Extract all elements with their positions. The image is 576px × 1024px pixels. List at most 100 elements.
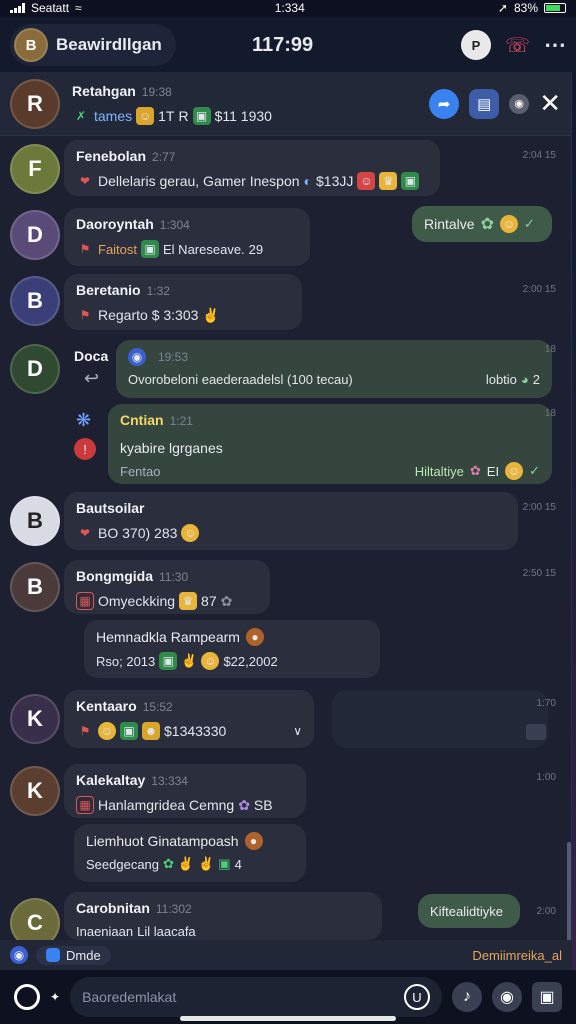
message-bubble[interactable]: Bautsoilar ❤ BO 370) 283 ☺ — [64, 492, 518, 550]
flag-icon: ⚑ — [79, 242, 91, 256]
outgoing-text: Hiltaltiye — [414, 463, 464, 479]
message-time: 1:304 — [159, 218, 190, 232]
leaf-icon: ✿ — [220, 592, 233, 609]
gallery-icon[interactable]: ▤ — [469, 88, 500, 119]
message-time: 13:334 — [151, 774, 188, 788]
message-time: 19:38 — [141, 84, 172, 99]
message-bubble[interactable]: Carobnitan 11:302 Inaeniaan Lil laacafa — [64, 892, 382, 940]
media-icon[interactable] — [526, 724, 546, 740]
sender-name: Kentaaro — [76, 698, 137, 714]
voice-icon[interactable]: ♪ — [452, 982, 482, 1012]
reply-chip[interactable]: Dmde — [36, 945, 111, 965]
message-bubble[interactable]: ◉ 19:53 Ovorobeloni eaederaadelsl (100 te… — [116, 340, 552, 398]
scrollbar[interactable] — [567, 842, 571, 940]
chat-header-chip[interactable]: B Beawirdllgan — [10, 24, 176, 66]
message-extra: El Nareseave. — [163, 241, 245, 257]
read-check-icon: ✓ — [529, 463, 540, 478]
message-row: D Doca ↩ ◉ 19:53 Ovorobeloni eaederaadels… — [0, 338, 571, 402]
header-avatar: B — [14, 28, 48, 62]
share-icon[interactable]: ➦ — [429, 88, 460, 119]
mute-icon[interactable]: ◉ — [509, 93, 530, 114]
pinned-message[interactable]: R Retahgan 19:38 ✗ tames ☺ 1T R ▣ $11 193… — [0, 72, 571, 136]
camera-icon[interactable]: ◉ — [492, 982, 522, 1012]
sender-name: Cntian — [120, 412, 164, 428]
pinned-tag: tames — [94, 107, 133, 124]
message-bubble[interactable]: Liemhuot Ginatampoash ● Seedgecang ✿ ✌ ✌… — [74, 824, 306, 882]
message-count: 29 — [248, 241, 264, 257]
profile-avatar[interactable]: P — [460, 30, 491, 60]
message-bubble[interactable]: Beretanio 1:32 ⚑ Regarto $ 3:303 ✌ — [64, 274, 302, 330]
avatar[interactable]: K — [10, 694, 60, 744]
chevron-down-icon[interactable]: ∨ — [293, 724, 302, 738]
battery-icon — [544, 3, 566, 13]
message-time: 19:53 — [158, 350, 189, 364]
signal-icon — [10, 3, 25, 13]
sender-name: Retahgan — [72, 82, 136, 99]
avatar[interactable]: B — [10, 276, 60, 326]
sticker-icon[interactable]: U — [404, 984, 430, 1010]
message-time: 1:21 — [169, 414, 193, 428]
message-bubble[interactable]: Fenebolan 2:77 ❤ Dellelaris gerau, Gamer … — [64, 140, 440, 196]
heart-icon: ❤ — [79, 174, 91, 188]
crown-icon: ♛ — [379, 172, 398, 190]
close-icon[interactable]: ✕ — [539, 88, 561, 119]
gift-icon[interactable]: ▣ — [532, 982, 562, 1012]
avatar[interactable]: D — [10, 344, 60, 394]
avatar[interactable]: B — [10, 496, 60, 546]
message-count: 2 — [532, 372, 540, 387]
message-extra: Lil laacafa — [137, 924, 196, 939]
chat-area: R Retahgan 19:38 ✗ tames ☺ 1T R ▣ $11 193… — [0, 72, 572, 940]
call-icon[interactable]: ☏ — [505, 33, 530, 58]
side-time: 1:00 — [536, 772, 556, 783]
leaf-icon: ✿ — [480, 216, 494, 233]
crown-icon: ♛ — [179, 592, 198, 610]
reply-icon[interactable]: ↩ — [84, 368, 99, 389]
outgoing-bubble[interactable]: Kiftealidtiyke — [418, 894, 520, 928]
more-icon[interactable]: ⋯ — [544, 32, 566, 58]
avatar[interactable]: D — [10, 210, 60, 260]
outgoing-text: Kiftealidtiyke — [430, 903, 503, 919]
avatar[interactable]: B — [10, 562, 60, 612]
message-input[interactable]: Baoredemlakat U — [70, 977, 442, 1017]
sender-name: Bongmgida — [76, 568, 153, 584]
avatar[interactable]: C — [10, 898, 60, 940]
outgoing-bubble[interactable]: Rintalve ✿ ☺ ✓ — [412, 206, 552, 242]
message-row: Hemnadkla Rampearm ● Rso; 2013 ▣ ✌ ☺ $22… — [0, 620, 571, 680]
sender-name: Fenebolan — [76, 148, 147, 164]
side-time: 18 — [544, 408, 556, 419]
emoji-icon: ☺ — [357, 172, 376, 190]
message-bubble[interactable]: Cntian 1:21 kyabire lgrganes Fentao Hilta… — [108, 404, 552, 484]
avatar[interactable]: K — [10, 766, 60, 816]
status-bar: Seatatt ≈ 1:334 ➚ 83% — [0, 0, 576, 16]
avatar[interactable]: F — [10, 144, 60, 194]
record-icon[interactable] — [14, 984, 40, 1010]
message-text: Omyeckking — [98, 593, 176, 609]
message-bubble[interactable]: Kentaaro 15:52 ⚑ ☺ ▣ ☻ $1343330 ∨ — [64, 690, 314, 748]
cookie-icon: ● — [245, 628, 264, 646]
home-indicator — [180, 1016, 396, 1021]
message-time: 11:302 — [155, 902, 192, 916]
emoji-icon: ☺ — [505, 462, 524, 480]
side-time: 2:00 15 — [522, 502, 556, 513]
box-icon: ▣ — [401, 172, 420, 190]
message-bubble[interactable]: Bongmgida 11:30 ▦ Omyeckking ♛ 87 ✿ — [64, 560, 270, 614]
box-icon: ▣ — [120, 722, 138, 740]
at-icon: ◐ — [303, 173, 313, 189]
message-bubble[interactable]: Hemnadkla Rampearm ● Rso; 2013 ▣ ✌ ☺ $22… — [84, 620, 380, 678]
message-row: Liemhuot Ginatampoash ● Seedgecang ✿ ✌ ✌… — [0, 824, 571, 884]
message-text: Rso; 2013 — [96, 653, 156, 669]
message-bubble[interactable]: Daoroyntah 1:304 ⚑ Faitost ▣ El Nareseave… — [64, 208, 310, 266]
battery-percent: 83% — [513, 1, 538, 15]
message-row: F Fenebolan 2:77 ❤ Dellelaris gerau, Game… — [0, 138, 571, 202]
message-bubble[interactable]: Kalekaltay 13:334 ▦ Hanlamgridea Cemng ✿ … — [64, 764, 306, 818]
empty-bubble — [332, 690, 548, 748]
message-amount: $13JJ — [316, 173, 354, 189]
alert-icon[interactable]: ! — [74, 438, 96, 460]
message-row: B Bautsoilar ❤ BO 370) 283 ☺ 2:00 15 — [0, 492, 571, 554]
expand-icon[interactable]: ✦ — [50, 990, 60, 1004]
message-amount: $22,2002 — [223, 653, 278, 669]
attach-avatar-icon[interactable]: ◉ — [10, 946, 28, 964]
reaction-icon: ◕ — [520, 372, 529, 387]
flag-icon: ⚑ — [79, 308, 91, 322]
status-time: 1:334 — [274, 1, 305, 15]
